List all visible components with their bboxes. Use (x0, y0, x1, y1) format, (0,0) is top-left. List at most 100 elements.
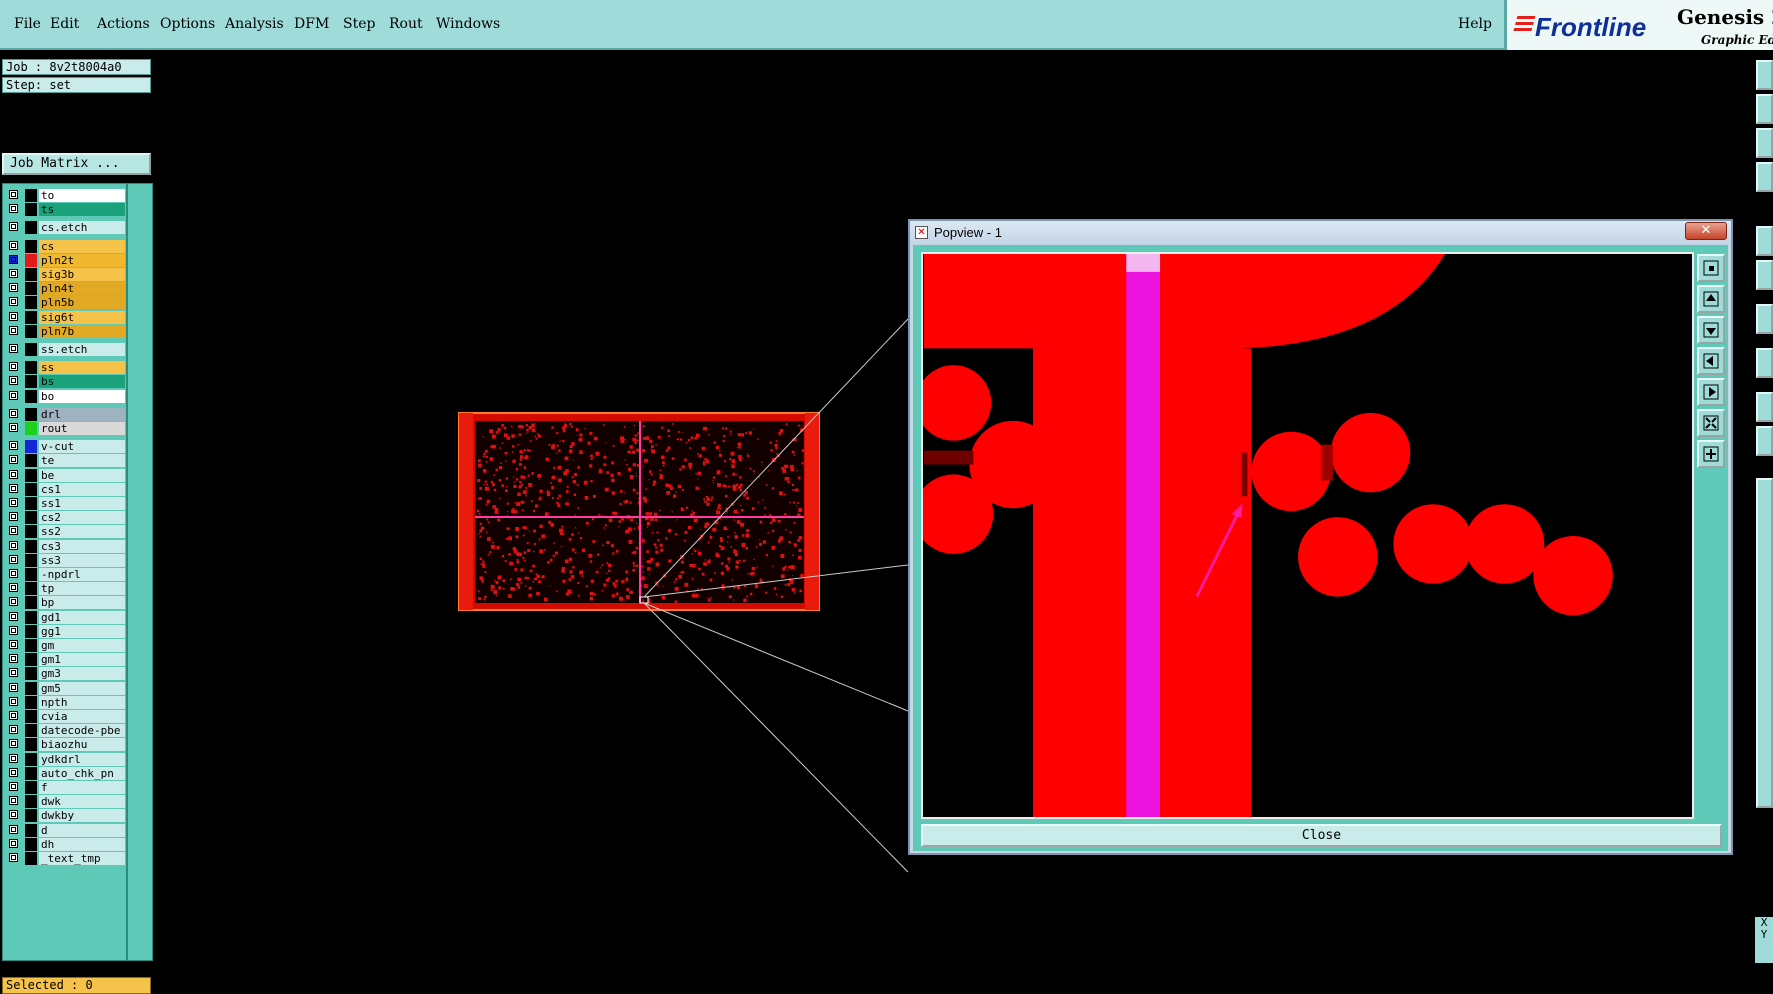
layer-checkbox[interactable] (9, 554, 18, 564)
layer-color-swatch[interactable] (25, 468, 37, 482)
layer-row[interactable]: pln5b (3, 295, 128, 310)
layer-color-swatch[interactable] (25, 375, 37, 389)
layer-checkbox[interactable] (9, 810, 18, 820)
toolbar-button-4[interactable] (1756, 162, 1773, 192)
layer-row[interactable]: _text_tmp (3, 851, 128, 866)
pan-left-button[interactable] (1697, 347, 1725, 375)
layer-row[interactable]: cs2 (3, 510, 128, 525)
layer-checkbox[interactable] (9, 498, 18, 507)
layer-row[interactable]: cs3 (3, 539, 128, 554)
layer-color-swatch[interactable] (25, 203, 37, 217)
layer-color-swatch[interactable] (25, 407, 37, 421)
layer-color-swatch[interactable] (25, 189, 37, 202)
layer-color-swatch[interactable] (25, 653, 37, 667)
layer-row[interactable]: sig6t (3, 310, 128, 325)
layer-color-swatch[interactable] (25, 310, 37, 324)
layer-name[interactable]: gd1 (39, 610, 125, 624)
layer-color-swatch[interactable] (25, 681, 37, 695)
layer-name[interactable]: ss (39, 361, 125, 375)
layer-name[interactable]: pln4t (39, 282, 125, 296)
layer-checkbox[interactable] (9, 311, 18, 321)
layer-checkbox[interactable] (9, 269, 18, 278)
layer-row[interactable]: sig3b (3, 267, 128, 282)
layer-row[interactable]: dh (3, 837, 128, 852)
layer-row[interactable]: pln4t (3, 281, 128, 296)
layer-color-swatch[interactable] (25, 568, 37, 581)
job-matrix-button[interactable]: Job Matrix ... (2, 153, 151, 175)
menu-file[interactable]: File (14, 16, 41, 32)
window-system-icon[interactable]: ✕ (915, 226, 928, 239)
layer-name[interactable]: ss2 (39, 525, 125, 539)
layer-color-swatch[interactable] (25, 596, 37, 610)
layer-name[interactable]: v-cut (39, 440, 125, 454)
layer-row[interactable]: bs (3, 374, 128, 389)
layer-name[interactable]: f (39, 781, 125, 794)
layer-color-swatch[interactable] (25, 624, 37, 638)
layer-row[interactable]: to (3, 188, 128, 203)
layer-checkbox[interactable] (9, 423, 18, 432)
layer-row[interactable]: ydkdrl (3, 752, 128, 767)
layer-row[interactable]: auto_chk_pn (3, 766, 128, 781)
layer-name[interactable]: gm3 (39, 667, 125, 681)
layer-color-swatch[interactable] (25, 766, 37, 780)
layer-row[interactable]: gm5 (3, 681, 128, 696)
layer-name[interactable]: ss.etch (39, 343, 125, 356)
layer-row[interactable]: drl (3, 407, 128, 422)
layer-name[interactable]: sig6t (39, 310, 125, 324)
layer-color-swatch[interactable] (25, 781, 37, 794)
layer-color-swatch[interactable] (25, 582, 37, 596)
layer-row[interactable]: d (3, 823, 128, 838)
layer-color-swatch[interactable] (25, 724, 37, 738)
layer-color-swatch[interactable] (25, 343, 37, 356)
layer-row[interactable]: gm1 (3, 652, 128, 667)
layer-checkbox[interactable] (9, 611, 18, 621)
menu-edit[interactable]: Edit (50, 16, 79, 32)
layer-row[interactable]: rout (3, 421, 128, 436)
layer-color-swatch[interactable] (25, 389, 37, 403)
layer-name[interactable]: te (39, 454, 125, 468)
layer-name[interactable]: datecode-pbe (39, 724, 125, 738)
layer-row[interactable]: gm3 (3, 666, 128, 681)
layer-name[interactable]: dwk (39, 795, 125, 809)
layer-checkbox[interactable] (9, 569, 18, 578)
layer-name[interactable]: cvia (39, 710, 125, 723)
layer-checkbox[interactable] (9, 782, 18, 791)
layer-checkbox[interactable] (9, 824, 18, 834)
layer-checkbox[interactable] (9, 625, 18, 635)
layer-checkbox[interactable] (9, 739, 18, 749)
layer-name[interactable]: gg1 (39, 624, 125, 638)
layer-row[interactable]: gm (3, 638, 128, 653)
zoom-home-button[interactable] (1697, 440, 1725, 468)
layer-row[interactable]: ss (3, 360, 128, 375)
pan-down-button[interactable] (1697, 316, 1725, 344)
layer-checkbox[interactable] (9, 512, 18, 522)
layer-checkbox[interactable] (9, 597, 18, 607)
layer-list-scrollbar[interactable] (127, 183, 153, 961)
layer-row[interactable]: bp (3, 595, 128, 610)
layer-name[interactable]: d (39, 823, 125, 837)
layer-color-swatch[interactable] (25, 482, 37, 496)
layer-row[interactable]: ss3 (3, 553, 128, 568)
layer-name[interactable]: bp (39, 596, 125, 610)
layer-checkbox[interactable] (9, 725, 18, 735)
layer-name[interactable]: pln2t (39, 253, 125, 267)
layer-checkbox[interactable] (9, 682, 18, 692)
layer-row[interactable]: ts (3, 202, 128, 217)
layer-color-swatch[interactable] (25, 695, 37, 709)
layer-row[interactable]: be (3, 468, 128, 483)
layer-checkbox[interactable] (9, 455, 18, 465)
layer-row[interactable]: cs.etch (3, 220, 128, 235)
layer-checkbox[interactable] (9, 325, 18, 335)
layer-name[interactable]: -npdrl (39, 568, 125, 581)
toolbar-button-7[interactable] (1756, 304, 1773, 334)
layer-color-swatch[interactable] (25, 525, 37, 539)
menu-dfm[interactable]: DFM (294, 16, 329, 32)
layer-color-swatch[interactable] (25, 553, 37, 567)
toolbar-button-8[interactable] (1756, 348, 1773, 378)
layer-color-swatch[interactable] (25, 639, 37, 652)
layer-checkbox[interactable] (9, 240, 18, 250)
layer-checkbox[interactable] (9, 222, 18, 232)
layer-checkbox[interactable] (9, 469, 18, 479)
close-icon[interactable]: ✕ (1685, 222, 1727, 240)
layer-color-swatch[interactable] (25, 440, 37, 454)
